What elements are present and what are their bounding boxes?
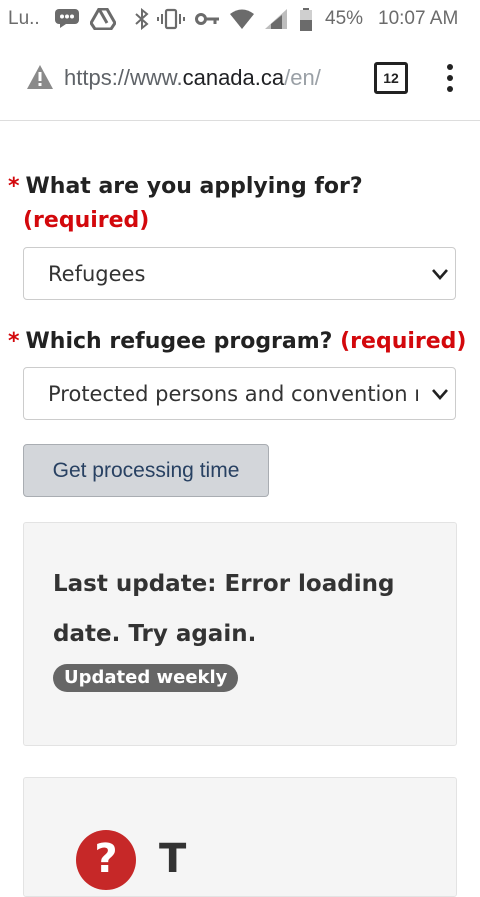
help-card: ? T [23,777,457,897]
url-path: /en/ [284,65,321,90]
application-type-value: Refugees [48,262,146,286]
updated-weekly-badge: Updated weekly [53,664,239,692]
status-clock: 10:07 AM [378,8,459,29]
battery-percent: 45% [325,8,364,29]
wifi-icon [229,8,255,36]
battery-icon [299,8,313,38]
url-scheme: https://www. [64,65,183,90]
required-star: * [8,329,20,354]
url-domain: canada.ca [182,65,285,90]
drive-icon [89,7,117,36]
status-bar: Lu.. 45% 10:07 AM [0,0,480,38]
message-icon [54,8,80,34]
get-processing-time-button[interactable]: Get processing time [23,444,269,497]
question-2-label: * Which refugee program? (required) [8,325,466,359]
question-1-text: What are you applying for? [25,174,363,199]
status-app-label: Lu.. [8,8,40,29]
signal-icon [264,8,288,36]
last-update-text: Last update: Error loading date. Try aga… [53,571,395,647]
question-2-text: Which refugee program? [25,329,333,354]
chevron-down-icon [431,386,449,405]
address-bar[interactable]: https://www.canada.ca/en/ [64,65,354,91]
required-marker: (required) [340,329,467,354]
question-1-label: * What are you applying for? (required) [8,170,363,238]
tab-switcher-button[interactable]: 12 [374,62,408,94]
warning-icon[interactable] [26,64,54,94]
required-star: * [8,174,20,199]
required-marker: (required) [23,208,150,233]
vpn-key-icon [195,8,221,36]
question-mark-icon: ? [76,830,136,890]
vibrate-icon [157,8,185,36]
result-card: Last update: Error loading date. Try aga… [23,522,457,746]
bluetooth-icon [134,7,150,36]
overflow-menu-icon[interactable] [440,64,460,94]
help-card-title: T [159,836,187,882]
refugee-program-select[interactable]: Protected persons and convention refugee… [23,367,456,420]
browser-toolbar: https://www.canada.ca/en/ 12 [0,38,480,121]
refugee-program-value: Protected persons and convention refugee… [48,382,418,406]
chevron-down-icon [431,266,449,285]
application-type-select[interactable]: Refugees [23,247,456,300]
